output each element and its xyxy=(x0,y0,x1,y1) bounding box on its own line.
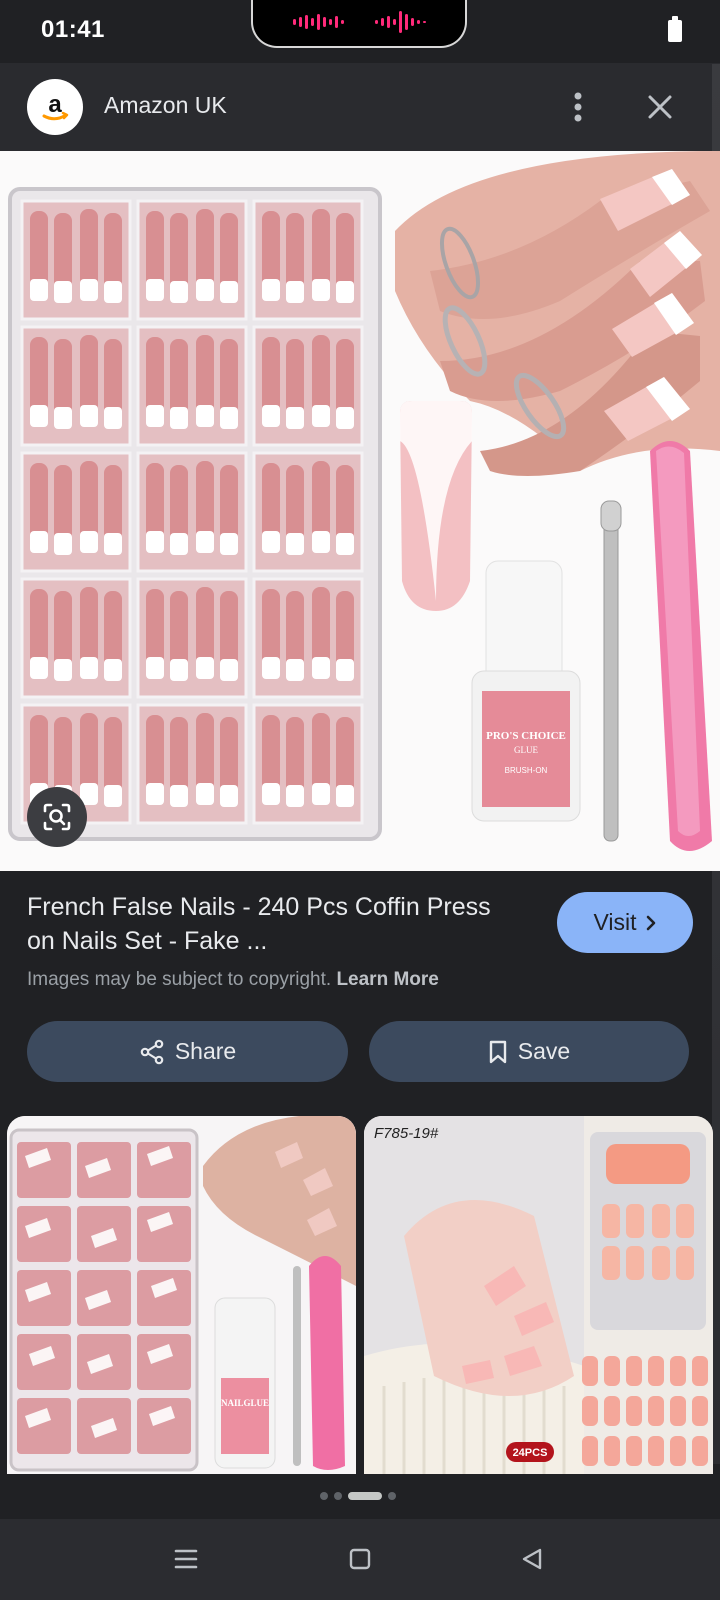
carousel-dot xyxy=(334,1492,342,1500)
close-button[interactable] xyxy=(640,87,680,127)
visit-label: Visit xyxy=(593,909,637,935)
recent-apps-button[interactable] xyxy=(170,1543,202,1575)
share-label: Share xyxy=(174,1038,237,1064)
status-bar: 01:41 xyxy=(0,0,720,63)
save-label: Save xyxy=(517,1038,571,1064)
camera-notch xyxy=(251,0,467,48)
logo-letter: a xyxy=(48,91,62,118)
pcs-badge: 24PCS xyxy=(513,1447,548,1459)
related-image-1[interactable]: NAILGLUE xyxy=(7,1116,356,1474)
status-time: 01:41 xyxy=(41,16,105,43)
more-vert-icon xyxy=(574,92,582,122)
product-code: F785-19# xyxy=(374,1125,439,1142)
chevron-right-icon xyxy=(646,915,655,930)
amazon-logo-icon: a xyxy=(42,91,69,121)
result-title[interactable]: French False Nails - 240 Pcs Coffin Pres… xyxy=(27,890,507,958)
copyright-notice: Images may be subject to copyright. Lear… xyxy=(27,969,439,991)
amazon-logo-icon[interactable]: a xyxy=(27,79,83,135)
back-icon xyxy=(522,1548,542,1570)
main-product-image[interactable]: PRO'S CHOICE GLUE BRUSH-ON xyxy=(0,151,720,871)
related-image-2[interactable]: F785-19# 24PCS xyxy=(364,1116,713,1474)
carousel-indicator xyxy=(320,1490,396,1502)
share-button[interactable]: Share xyxy=(27,1021,348,1082)
glue-label-brush: BRUSH-ON xyxy=(505,766,548,775)
carousel-dot xyxy=(320,1492,328,1500)
related-photo: NAILGLUE xyxy=(7,1116,356,1474)
carousel-dot xyxy=(388,1492,396,1500)
home-button[interactable] xyxy=(344,1543,376,1575)
share-icon xyxy=(140,1039,164,1064)
learn-more-link[interactable]: Learn More xyxy=(336,969,438,990)
lens-search-button[interactable] xyxy=(27,787,87,847)
bookmark-icon xyxy=(489,1040,506,1063)
source-header: a Amazon UK xyxy=(0,63,720,151)
sound-wave-icon xyxy=(293,14,344,30)
visit-button[interactable]: Visit xyxy=(557,892,693,953)
source-name[interactable]: Amazon UK xyxy=(104,92,227,119)
glue-label: PRO'S CHOICE xyxy=(486,730,566,742)
related-photo: F785-19# 24PCS xyxy=(364,1116,713,1474)
lens-icon xyxy=(43,803,71,831)
close-icon xyxy=(648,95,672,119)
system-nav-bar xyxy=(0,1519,720,1600)
home-icon xyxy=(349,1548,371,1570)
more-vert-button[interactable] xyxy=(562,87,594,127)
product-photo: PRO'S CHOICE GLUE BRUSH-ON xyxy=(0,151,720,871)
back-button[interactable] xyxy=(516,1543,548,1575)
menu-icon xyxy=(174,1549,198,1569)
save-button[interactable]: Save xyxy=(369,1021,689,1082)
related-glue-label: NAILGLUE xyxy=(221,1398,269,1408)
sound-wave-icon xyxy=(375,11,426,33)
carousel-dot-active xyxy=(348,1492,382,1500)
copyright-text: Images may be subject to copyright. xyxy=(27,969,332,990)
battery-icon xyxy=(668,16,682,42)
glue-label-sub: GLUE xyxy=(514,745,538,755)
